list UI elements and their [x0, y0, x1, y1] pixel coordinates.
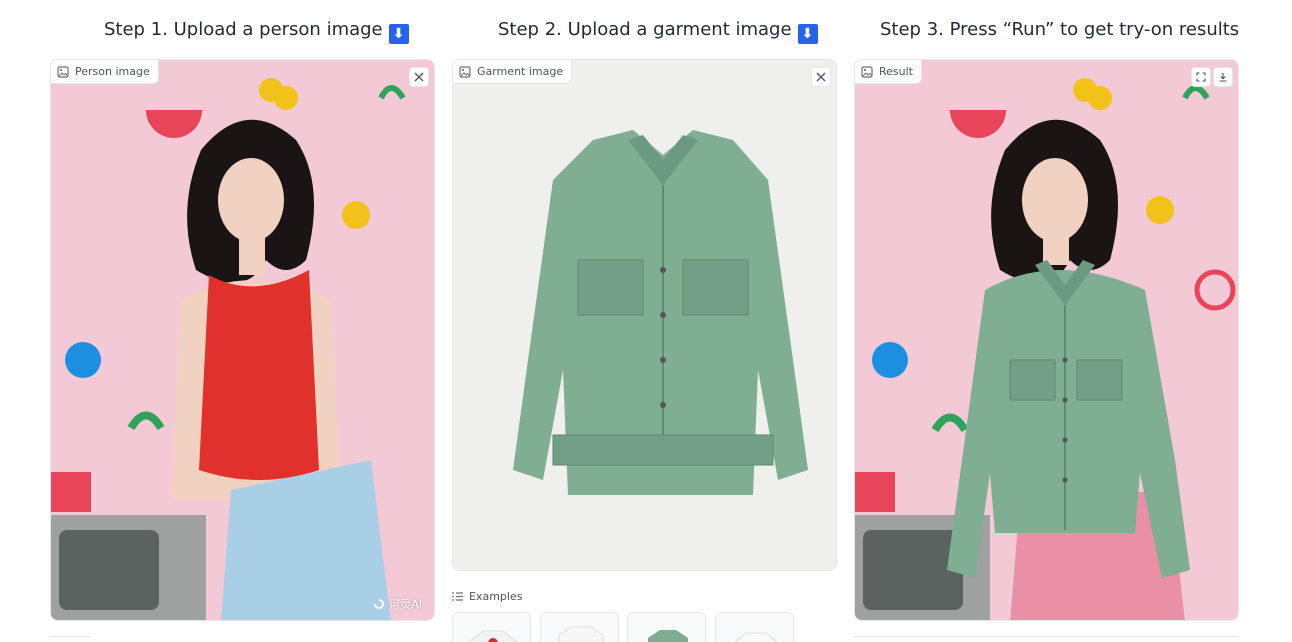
image-icon — [57, 65, 69, 78]
garment-illustration — [513, 130, 808, 495]
step-2-title: Step 2. Upload a garment image ⬇ — [498, 17, 818, 44]
person-illustration — [51, 78, 406, 620]
image-icon — [861, 65, 873, 78]
result-footer-divider — [854, 636, 1239, 642]
clear-person-button[interactable] — [409, 67, 429, 87]
watermark-text: 可灵AI — [389, 598, 422, 611]
person-image-label-text: Person image — [75, 65, 150, 78]
garment-image-panel[interactable]: Garment image — [452, 59, 837, 571]
result-label: Result — [855, 60, 922, 84]
step-1-title: Step 1. Upload a person image ⬇ — [104, 17, 409, 44]
garment-image-label-text: Garment image — [477, 65, 564, 78]
close-icon — [414, 72, 424, 82]
result-label-text: Result — [879, 65, 913, 78]
down-arrow-icon: ⬇ — [797, 24, 818, 44]
fullscreen-icon — [1196, 72, 1206, 82]
example-thumbnail[interactable] — [627, 612, 706, 642]
examples-label-text: Examples — [469, 590, 523, 603]
close-icon — [816, 72, 826, 82]
example-thumbnail[interactable] — [715, 612, 794, 642]
example-thumbnail[interactable] — [452, 612, 531, 642]
step-2-text: Step 2. Upload a garment image — [498, 19, 792, 40]
clear-garment-button[interactable] — [811, 67, 831, 87]
left-footer-divider — [50, 636, 90, 642]
fullscreen-button[interactable] — [1191, 67, 1211, 87]
list-icon — [452, 592, 463, 601]
person-image-panel[interactable]: Person image 可灵AI — [50, 59, 435, 621]
watermark: 可灵AI — [373, 596, 422, 612]
step-3-title: Step 3. Press “Run” to get try-on result… — [880, 19, 1240, 40]
garment-image-label: Garment image — [453, 60, 573, 84]
result-illustration — [855, 78, 1236, 620]
brand-logo-icon — [374, 599, 385, 609]
person-photo — [51, 60, 434, 620]
person-image-label: Person image — [51, 60, 159, 84]
download-button[interactable] — [1213, 67, 1233, 87]
garment-photo — [453, 60, 836, 570]
step-1-text: Step 1. Upload a person image — [104, 19, 383, 40]
download-icon — [1219, 73, 1227, 82]
image-icon — [459, 65, 471, 78]
result-photo — [855, 60, 1238, 620]
example-thumbnail[interactable] — [540, 612, 619, 642]
down-arrow-icon: ⬇ — [388, 24, 409, 44]
result-panel: Result — [854, 59, 1239, 621]
examples-label: Examples — [452, 590, 522, 603]
